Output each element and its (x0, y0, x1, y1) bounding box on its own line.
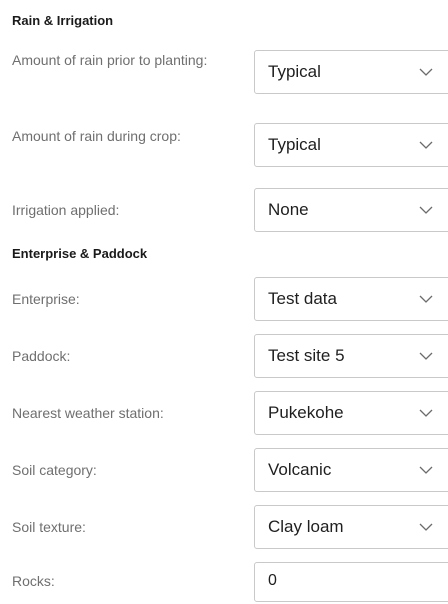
enterprise-value: Test data (268, 289, 337, 308)
section-heading-enterprise-paddock: Enterprise & Paddock (12, 246, 148, 261)
weather-station-select[interactable]: Pukekohe (254, 391, 448, 435)
chevron-down-icon (419, 206, 433, 215)
rain-prior-value: Typical (268, 62, 321, 81)
chevron-down-icon (419, 141, 433, 150)
chevron-down-icon (419, 295, 433, 304)
rocks-input[interactable]: 0 (254, 562, 448, 602)
chevron-down-icon (419, 523, 433, 532)
soil-category-value: Volcanic (268, 460, 332, 479)
rain-during-label: Amount of rain during crop: (12, 128, 181, 144)
rain-during-select[interactable]: Typical (254, 123, 448, 167)
rocks-label: Rocks: (12, 573, 55, 589)
enterprise-select[interactable]: Test data (254, 277, 448, 321)
soil-category-select[interactable]: Volcanic (254, 448, 448, 492)
irrigation-value: None (268, 200, 309, 219)
paddock-value: Test site 5 (268, 346, 345, 365)
chevron-down-icon (419, 352, 433, 361)
section-heading-rain-irrigation: Rain & Irrigation (12, 13, 114, 28)
soil-texture-label: Soil texture: (12, 519, 86, 535)
paddock-label: Paddock: (12, 348, 71, 364)
chevron-down-icon (419, 68, 433, 77)
irrigation-select[interactable]: None (254, 188, 448, 232)
soil-category-label: Soil category: (12, 462, 97, 478)
rain-prior-label: Amount of rain prior to planting: (12, 52, 208, 68)
weather-station-value: Pukekohe (268, 403, 344, 422)
rocks-value: 0 (268, 572, 277, 589)
chevron-down-icon (419, 409, 433, 418)
chevron-down-icon (419, 466, 433, 475)
soil-texture-value: Clay loam (268, 517, 344, 536)
enterprise-label: Enterprise: (12, 291, 80, 307)
weather-station-label: Nearest weather station: (12, 405, 164, 421)
soil-texture-select[interactable]: Clay loam (254, 505, 448, 549)
rain-during-value: Typical (268, 135, 321, 154)
paddock-select[interactable]: Test site 5 (254, 334, 448, 378)
irrigation-label: Irrigation applied: (12, 202, 120, 218)
rain-prior-select[interactable]: Typical (254, 50, 448, 94)
